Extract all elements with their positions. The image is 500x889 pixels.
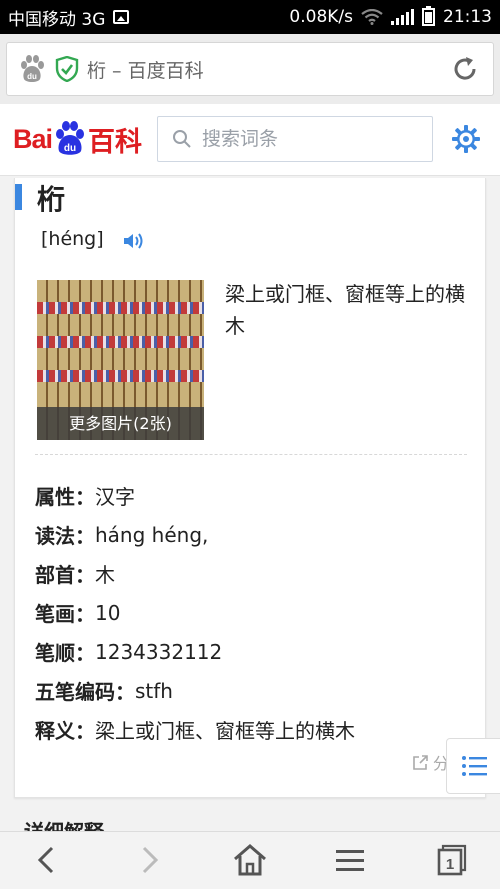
- info-value: 10: [95, 600, 121, 625]
- info-key: 部首：: [35, 563, 95, 587]
- info-key: 笔画：: [35, 602, 95, 626]
- page-title: 桁 – 百度百科: [87, 59, 204, 82]
- status-bar: 中国移动 3G 0.08K/s 21:13: [0, 0, 500, 34]
- svg-text:du: du: [27, 72, 37, 81]
- home-icon[interactable]: [232, 842, 268, 878]
- info-value: 梁上或门框、窗框等上的横木: [95, 719, 355, 743]
- carrier-label: 中国移动 3G: [8, 9, 106, 30]
- info-row-wubi: 五笔编码： stfh: [35, 671, 355, 710]
- speaker-icon[interactable]: [123, 231, 145, 251]
- url-field[interactable]: du 桁 – 百度百科: [6, 42, 494, 96]
- info-row-definition: 释义： 梁上或门框、窗框等上的横木: [35, 710, 355, 749]
- image-notification-icon: [113, 10, 130, 24]
- table-of-contents-button[interactable]: [446, 738, 500, 794]
- info-key: 读法：: [35, 524, 95, 548]
- baidu-baike-logo[interactable]: Bai du 百科: [13, 114, 142, 164]
- entry-summary: 梁上或门框、窗框等上的横木: [225, 282, 465, 338]
- battery-icon: [422, 6, 435, 26]
- info-value: 1234332112: [95, 639, 223, 664]
- svg-text:1: 1: [446, 856, 454, 873]
- info-row-strokes: 笔画： 10: [35, 593, 355, 632]
- info-value: 汉字: [95, 485, 135, 509]
- info-key: 五笔编码：: [35, 680, 135, 704]
- search-icon: [173, 130, 191, 148]
- clock: 21:13: [443, 7, 492, 27]
- browser-bottom-toolbar: 1: [0, 831, 500, 889]
- network-speed: 0.08K/s: [289, 7, 353, 27]
- settings-gear-icon[interactable]: [451, 124, 481, 154]
- search-input[interactable]: [200, 127, 424, 151]
- info-value: háng héng,: [95, 522, 209, 547]
- info-key: 属性：: [35, 485, 95, 509]
- title-accent-bar: [15, 184, 22, 210]
- info-row-pronunciation: 读法： háng héng,: [35, 515, 355, 554]
- signal-strength-icon: [391, 9, 414, 25]
- entry-image[interactable]: 更多图片(2张): [37, 280, 204, 440]
- entry-title: 桁: [37, 183, 66, 216]
- baike-header: Bai du 百科: [0, 104, 500, 176]
- info-value: 木: [95, 563, 115, 587]
- reload-icon[interactable]: [451, 55, 479, 83]
- info-key: 释义：: [35, 719, 95, 743]
- info-key: 笔顺：: [35, 641, 95, 665]
- baidu-paw-icon: du: [21, 55, 44, 82]
- info-value: stfh: [135, 678, 173, 703]
- info-row-attribute: 属性： 汉字: [35, 476, 355, 515]
- info-row-radical: 部首： 木: [35, 554, 355, 593]
- tabs-icon[interactable]: 1: [432, 842, 468, 878]
- menu-icon[interactable]: [332, 842, 368, 878]
- forward-icon[interactable]: [130, 842, 166, 878]
- logo-text-baike: 百科: [88, 126, 143, 158]
- logo-text-du: du: [64, 143, 76, 154]
- entry-card: 桁 [héng] 更多图片(2张) 梁上或门框、窗框等上的横木 属性： 汉字 读…: [14, 178, 486, 798]
- basic-info-list: 属性： 汉字 读法： háng héng, 部首： 木 笔画： 10 笔顺： 1…: [35, 476, 355, 749]
- logo-paw-icon: du: [56, 121, 85, 155]
- pinyin: [héng]: [41, 228, 104, 250]
- search-box[interactable]: [157, 116, 433, 162]
- more-images-caption[interactable]: 更多图片(2张): [37, 407, 204, 440]
- logo-text-bai: Bai: [13, 123, 53, 154]
- secure-shield-icon: [55, 56, 79, 82]
- divider: [35, 454, 467, 455]
- list-menu-icon: [462, 756, 487, 776]
- back-icon[interactable]: [30, 842, 66, 878]
- wifi-icon: [361, 9, 383, 25]
- browser-address-bar: du 桁 – 百度百科: [0, 34, 500, 104]
- info-row-stroke-order: 笔顺： 1234332112: [35, 632, 355, 671]
- share-icon: [413, 754, 428, 770]
